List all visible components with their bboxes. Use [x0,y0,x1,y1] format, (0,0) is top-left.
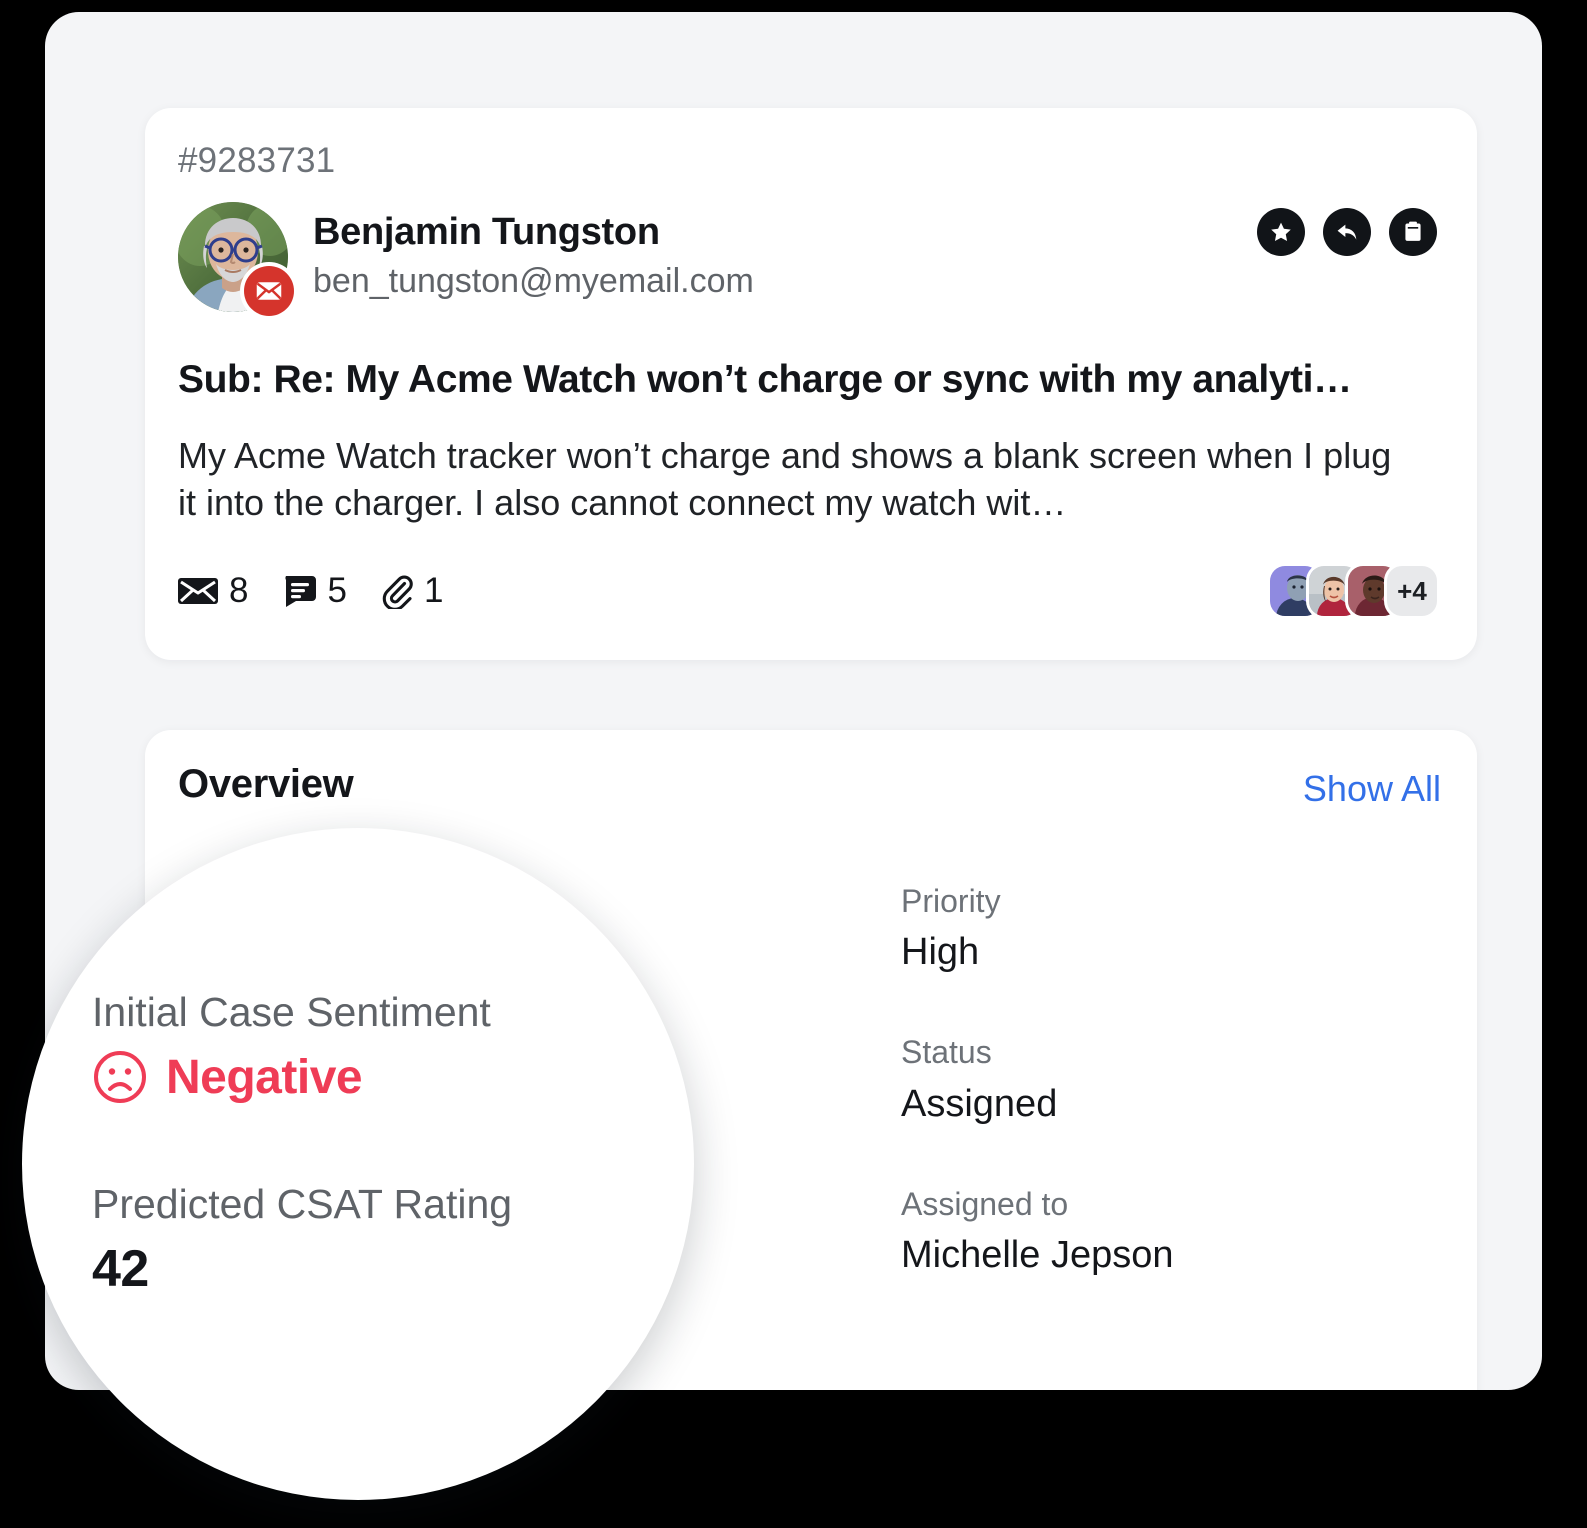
frowning-face-icon [92,1049,148,1105]
screenshot-stage: #9283731 Benjamin Tungston ben_tungston@… [0,0,1587,1528]
field-status: Status Assigned [901,1031,1441,1128]
magnified-csat-value: 42 [92,1240,149,1299]
field-label: Priority [901,883,1001,919]
clipboard-icon[interactable] [1389,208,1437,256]
field-label: Assigned to [901,1185,1069,1222]
magnified-sentiment-value: Negative [166,1050,363,1104]
meta-attachments[interactable]: 1 [381,571,443,611]
ticket-body-preview: My Acme Watch tracker won’t charge and s… [178,435,1392,523]
magnified-initial-case-sentiment: Initial Case Sentiment Negative [92,986,652,1105]
ticket-header-actions [1257,208,1437,256]
magnifier-zoom-circle: Initial Case Sentiment Negative Predicte… [22,828,694,1500]
page-title: Overview [178,762,354,806]
requester-email: ben_tungston@myemail.com [313,262,754,301]
email-badge-icon [244,266,294,316]
reply-icon[interactable] [1323,208,1371,256]
participants-overflow[interactable]: +4 [1387,566,1437,616]
overview-fields-right: Priority High Status Assigned Assigned t… [901,880,1441,1280]
star-icon[interactable] [1257,208,1305,256]
participants-stack[interactable]: +4 [1270,566,1437,616]
envelope-icon [178,576,218,606]
field-priority: Priority High [901,880,1441,977]
requester-row: Benjamin Tungston ben_tungston@myemail.c… [178,202,754,316]
requester-name: Benjamin Tungston [313,211,660,254]
ticket-card[interactable]: #9283731 Benjamin Tungston ben_tungston@… [145,108,1477,660]
magnified-csat-label: Predicted CSAT Rating [92,1181,513,1227]
magnified-sentiment-label: Initial Case Sentiment [92,989,491,1035]
paperclip-icon [381,573,413,609]
avatar [178,202,294,316]
requester-text: Benjamin Tungston ben_tungston@myemail.c… [313,210,754,303]
magnifier-content: Initial Case Sentiment Negative Predicte… [22,828,694,1500]
magnified-predicted-csat-rating: Predicted CSAT Rating 42 [92,1178,652,1299]
magnified-sentiment-value-row: Negative [92,1049,652,1105]
field-assigned-to: Assigned to Michelle Jepson [901,1183,1441,1280]
show-all-link[interactable]: Show All [1303,768,1441,810]
field-value: Michelle Jepson [901,1233,1174,1276]
meta-notes-count: 5 [327,571,347,610]
ticket-id: #9283731 [178,141,336,180]
field-value: Assigned [901,1082,1058,1125]
field-label: Status [901,1034,992,1071]
field-value: High [901,931,980,974]
note-icon [282,575,317,607]
meta-messages[interactable]: 8 [178,571,248,611]
ticket-subject: Sub: Re: My Acme Watch won’t charge or s… [178,358,1352,401]
meta-attachments-count: 1 [423,571,444,610]
meta-messages-count: 8 [229,571,249,610]
meta-notes[interactable]: 5 [282,571,347,611]
ticket-meta-row: 8 5 1 [178,571,443,611]
